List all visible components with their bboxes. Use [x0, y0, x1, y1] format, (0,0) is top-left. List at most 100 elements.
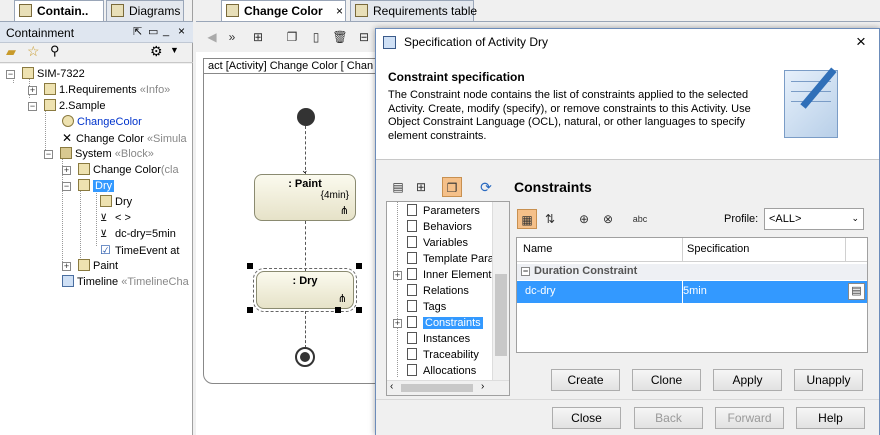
tree-view-icon[interactable]: ⊞: [411, 177, 431, 197]
expander-icon[interactable]: +: [393, 319, 402, 328]
back-button[interactable]: Back: [634, 407, 703, 429]
nav-horizontal-scrollbar[interactable]: ‹ ›: [387, 380, 509, 395]
back-arrow-icon[interactable]: ◀: [202, 27, 222, 47]
search-icon[interactable]: ⚲: [50, 43, 60, 59]
chevron-down-icon[interactable]: ▼: [170, 45, 179, 55]
layout-icon[interactable]: ⊟: [354, 27, 374, 47]
tree-item-dry-diagram[interactable]: Dry: [100, 194, 132, 210]
tree-item-paint[interactable]: + Paint: [62, 258, 118, 274]
grouping-icon[interactable]: ▦: [517, 209, 537, 229]
nav-item-variables[interactable]: Variables: [407, 235, 468, 251]
nav-vertical-scrollbar[interactable]: [492, 202, 509, 380]
tree-item-empty[interactable]: ⊻ < >: [100, 210, 131, 226]
nav-item-constraints[interactable]: Constraints: [407, 315, 483, 331]
dialog-title: Specification of Activity Dry: [404, 35, 549, 49]
close-tab-icon[interactable]: ×: [336, 4, 343, 18]
nav-item-inner-elements[interactable]: Inner Element: [407, 267, 491, 283]
abc-icon[interactable]: abc: [630, 209, 650, 229]
pin-icon[interactable]: ⇱: [133, 25, 142, 38]
nav-item-template-params[interactable]: Template Para: [407, 251, 494, 267]
dry-action[interactable]: : Dry ⋔: [253, 268, 357, 312]
nav-item-instances[interactable]: Instances: [407, 331, 470, 347]
close-button[interactable]: Close: [552, 407, 621, 429]
block-icon: [60, 147, 72, 159]
tree-item-sim[interactable]: − SIM-7322: [6, 66, 85, 82]
tree-item-timeevent[interactable]: ☑ TimeEvent at: [100, 242, 179, 258]
group-row[interactable]: − Duration Constraint: [517, 264, 867, 280]
gear-icon[interactable]: ⚙: [150, 43, 163, 60]
sort-icon[interactable]: ⇅: [540, 209, 560, 229]
restore-icon[interactable]: ▭: [148, 25, 158, 38]
tree-item-changecolor[interactable]: ChangeColor: [62, 114, 142, 130]
table-row[interactable]: dc-dry 5min ▤: [517, 281, 867, 303]
open-folder-icon[interactable]: ▰: [6, 44, 16, 60]
table-view-icon[interactable]: ▤: [388, 177, 408, 197]
selection-handle[interactable]: [247, 263, 253, 269]
paint-action[interactable]: : Paint {4min} ⋔: [254, 174, 356, 221]
selection-handle[interactable]: [247, 307, 253, 313]
dialog-body: ▤ ⊞ ❐ ⟳ Parameters Behaviors Variables T…: [376, 160, 879, 406]
star-icon[interactable]: ☆: [27, 43, 40, 60]
tab-requirements-table[interactable]: Requirements table: [350, 0, 477, 21]
nav-item-tags[interactable]: Tags: [407, 299, 446, 315]
remove-property-icon[interactable]: ⊗: [598, 209, 618, 229]
tree-item-system[interactable]: − System «Block»: [44, 146, 154, 162]
compact-view-icon[interactable]: ❐: [442, 177, 462, 197]
final-node[interactable]: [295, 347, 315, 367]
paste-icon[interactable]: ▯: [306, 27, 326, 47]
duration-constraint-icon: ⊻: [100, 229, 108, 240]
initial-node[interactable]: [297, 108, 315, 126]
containment-tree: − SIM-7322 + 1.Requirements «Info» − 2.S…: [0, 64, 192, 435]
refresh-icon[interactable]: ⟳: [476, 177, 496, 197]
column-header-specification[interactable]: Specification: [687, 243, 749, 255]
column-header-name[interactable]: Name: [523, 243, 552, 255]
tree-item-sample[interactable]: − 2.Sample: [28, 98, 105, 114]
tree-item-dry[interactable]: − Dry: [62, 178, 115, 194]
tree-item-change-color-sim[interactable]: ✕ Change Color «Simula: [62, 130, 187, 146]
nav-item-behaviors[interactable]: Behaviors: [407, 219, 472, 235]
containment-icon[interactable]: ⊞: [248, 27, 268, 47]
add-property-icon[interactable]: ⊕: [574, 209, 594, 229]
nav-tree: Parameters Behaviors Variables Template …: [386, 201, 510, 396]
expander-icon[interactable]: −: [44, 150, 53, 159]
expander-icon[interactable]: +: [393, 271, 402, 280]
selection-handle[interactable]: [335, 307, 341, 313]
collapse-icon[interactable]: −: [521, 267, 530, 276]
create-button[interactable]: Create: [551, 369, 620, 391]
nav-item-traceability[interactable]: Traceability: [407, 347, 479, 363]
expander-icon[interactable]: +: [62, 166, 71, 175]
copy-icon[interactable]: ❐: [282, 27, 302, 47]
nav-item-parameters[interactable]: Parameters: [407, 203, 480, 219]
profile-select[interactable]: <ALL> ⌄: [764, 208, 864, 230]
overflow-icon[interactable]: »: [222, 27, 242, 47]
expander-icon[interactable]: −: [28, 102, 37, 111]
expander-icon[interactable]: +: [62, 262, 71, 271]
flow-edge-3: [305, 311, 306, 348]
minimize-icon[interactable]: _: [163, 25, 169, 37]
nav-item-relations[interactable]: Relations: [407, 283, 469, 299]
help-button[interactable]: Help: [796, 407, 865, 429]
unapply-button[interactable]: Unapply: [794, 369, 863, 391]
apply-button[interactable]: Apply: [713, 369, 782, 391]
clone-button[interactable]: Clone: [632, 369, 701, 391]
forward-button[interactable]: Forward: [715, 407, 784, 429]
tab-diagrams[interactable]: Diagrams: [106, 0, 184, 21]
edit-cell-icon[interactable]: ▤: [848, 283, 865, 300]
close-panel-icon[interactable]: ×: [178, 24, 185, 38]
delete-icon[interactable]: 🗑: [330, 27, 350, 47]
profile-value: <ALL>: [769, 213, 802, 225]
expander-icon[interactable]: −: [62, 182, 71, 191]
tree-item-dc-dry[interactable]: ⊻ dc-dry=5min: [100, 226, 176, 242]
tab-change-color[interactable]: Change Color ×: [221, 0, 346, 21]
selection-handle[interactable]: [356, 263, 362, 269]
tree-item-change-color-class[interactable]: + Change Color(cla: [62, 162, 179, 178]
dialog-close-icon[interactable]: ×: [856, 32, 866, 52]
expander-icon[interactable]: +: [28, 86, 37, 95]
expander-icon[interactable]: −: [6, 70, 15, 79]
tab-containment[interactable]: Contain..: [14, 0, 104, 21]
nav-item-allocations[interactable]: Allocations: [407, 363, 476, 379]
containment-header: Containment ⇱ ▭ _ ×: [0, 21, 193, 43]
tree-item-requirements[interactable]: + 1.Requirements «Info»: [28, 82, 170, 98]
tree-item-timeline[interactable]: Timeline «TimelineCha: [62, 274, 189, 290]
selection-handle[interactable]: [356, 307, 362, 313]
